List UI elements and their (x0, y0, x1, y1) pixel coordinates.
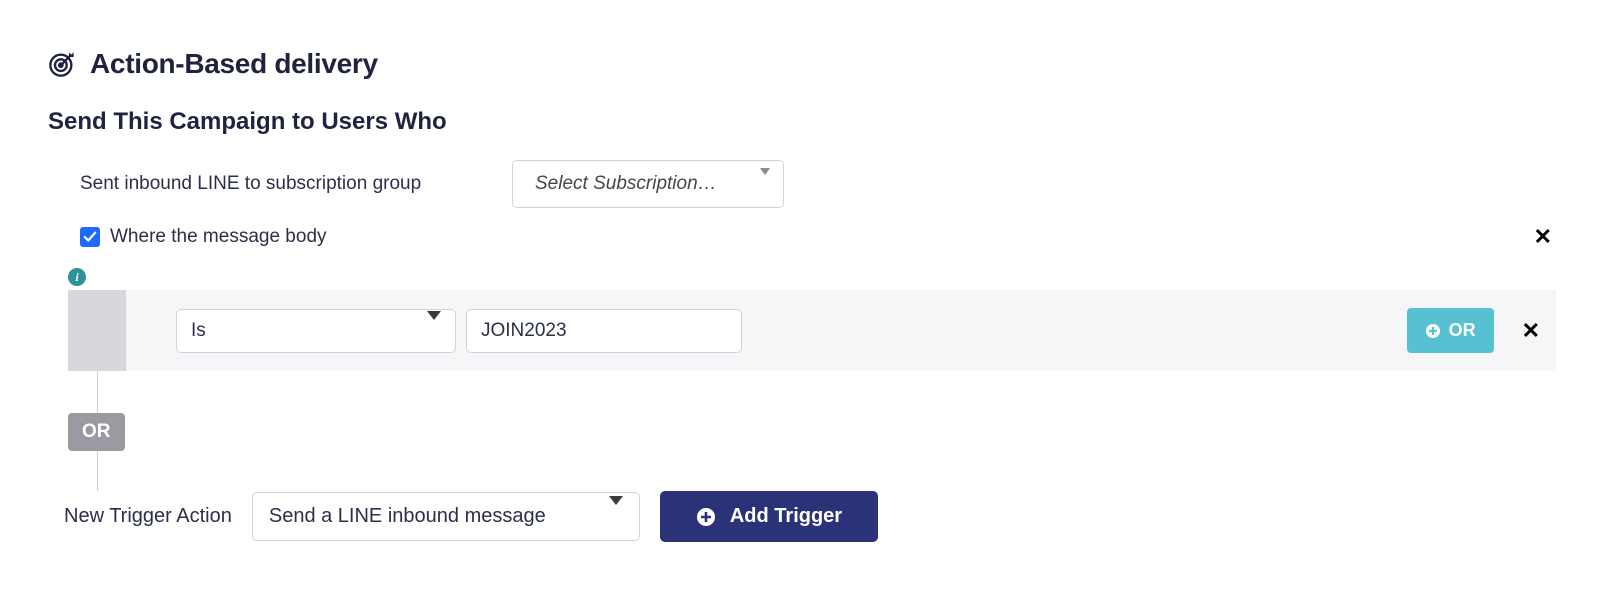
trigger-row-subscription: Sent inbound LINE to subscription group … (48, 160, 1556, 208)
operator-select[interactable]: Is (176, 309, 456, 353)
operator-value: Is (191, 320, 206, 342)
condition-container: Is OR ✕ (68, 290, 1556, 371)
page-title: Action-Based delivery (90, 48, 378, 80)
info-icon[interactable]: i (68, 268, 86, 286)
new-trigger-select[interactable]: Send a LINE inbound message (252, 492, 640, 541)
new-trigger-select-value: Send a LINE inbound message (269, 505, 546, 528)
subscription-label: Sent inbound LINE to subscription group (80, 173, 512, 195)
or-badge: OR (68, 413, 125, 451)
or-connector: OR (68, 371, 1556, 491)
remove-condition-icon[interactable]: ✕ (1522, 318, 1540, 344)
page-title-row: Action-Based delivery (48, 48, 1556, 80)
target-icon (48, 50, 76, 78)
section-heading: Send This Campaign to Users Who (48, 108, 1556, 136)
new-trigger-label: New Trigger Action (64, 505, 232, 528)
remove-trigger-icon[interactable]: ✕ (1534, 224, 1552, 250)
message-body-checkbox[interactable] (80, 227, 100, 247)
chevron-down-icon (609, 505, 623, 528)
add-or-condition-button[interactable]: OR (1407, 308, 1494, 353)
message-body-filter-row: Where the message body ✕ (48, 226, 1556, 248)
or-pill-label: OR (1449, 320, 1476, 341)
subscription-select-value: Select Subscription… (535, 173, 717, 195)
new-trigger-row: New Trigger Action Send a LINE inbound m… (64, 491, 1556, 542)
chevron-down-icon (760, 175, 770, 193)
subscription-select[interactable]: Select Subscription… (512, 160, 784, 208)
plus-circle-icon (696, 507, 716, 527)
condition-value-input[interactable] (466, 309, 742, 353)
message-body-label: Where the message body (110, 226, 327, 248)
add-trigger-button[interactable]: Add Trigger (660, 491, 878, 542)
condition-bar: Is OR ✕ (126, 290, 1556, 371)
plus-circle-icon (1425, 323, 1441, 339)
add-trigger-label: Add Trigger (730, 505, 842, 528)
chevron-down-icon (427, 320, 441, 342)
or-group-strip (68, 290, 126, 371)
